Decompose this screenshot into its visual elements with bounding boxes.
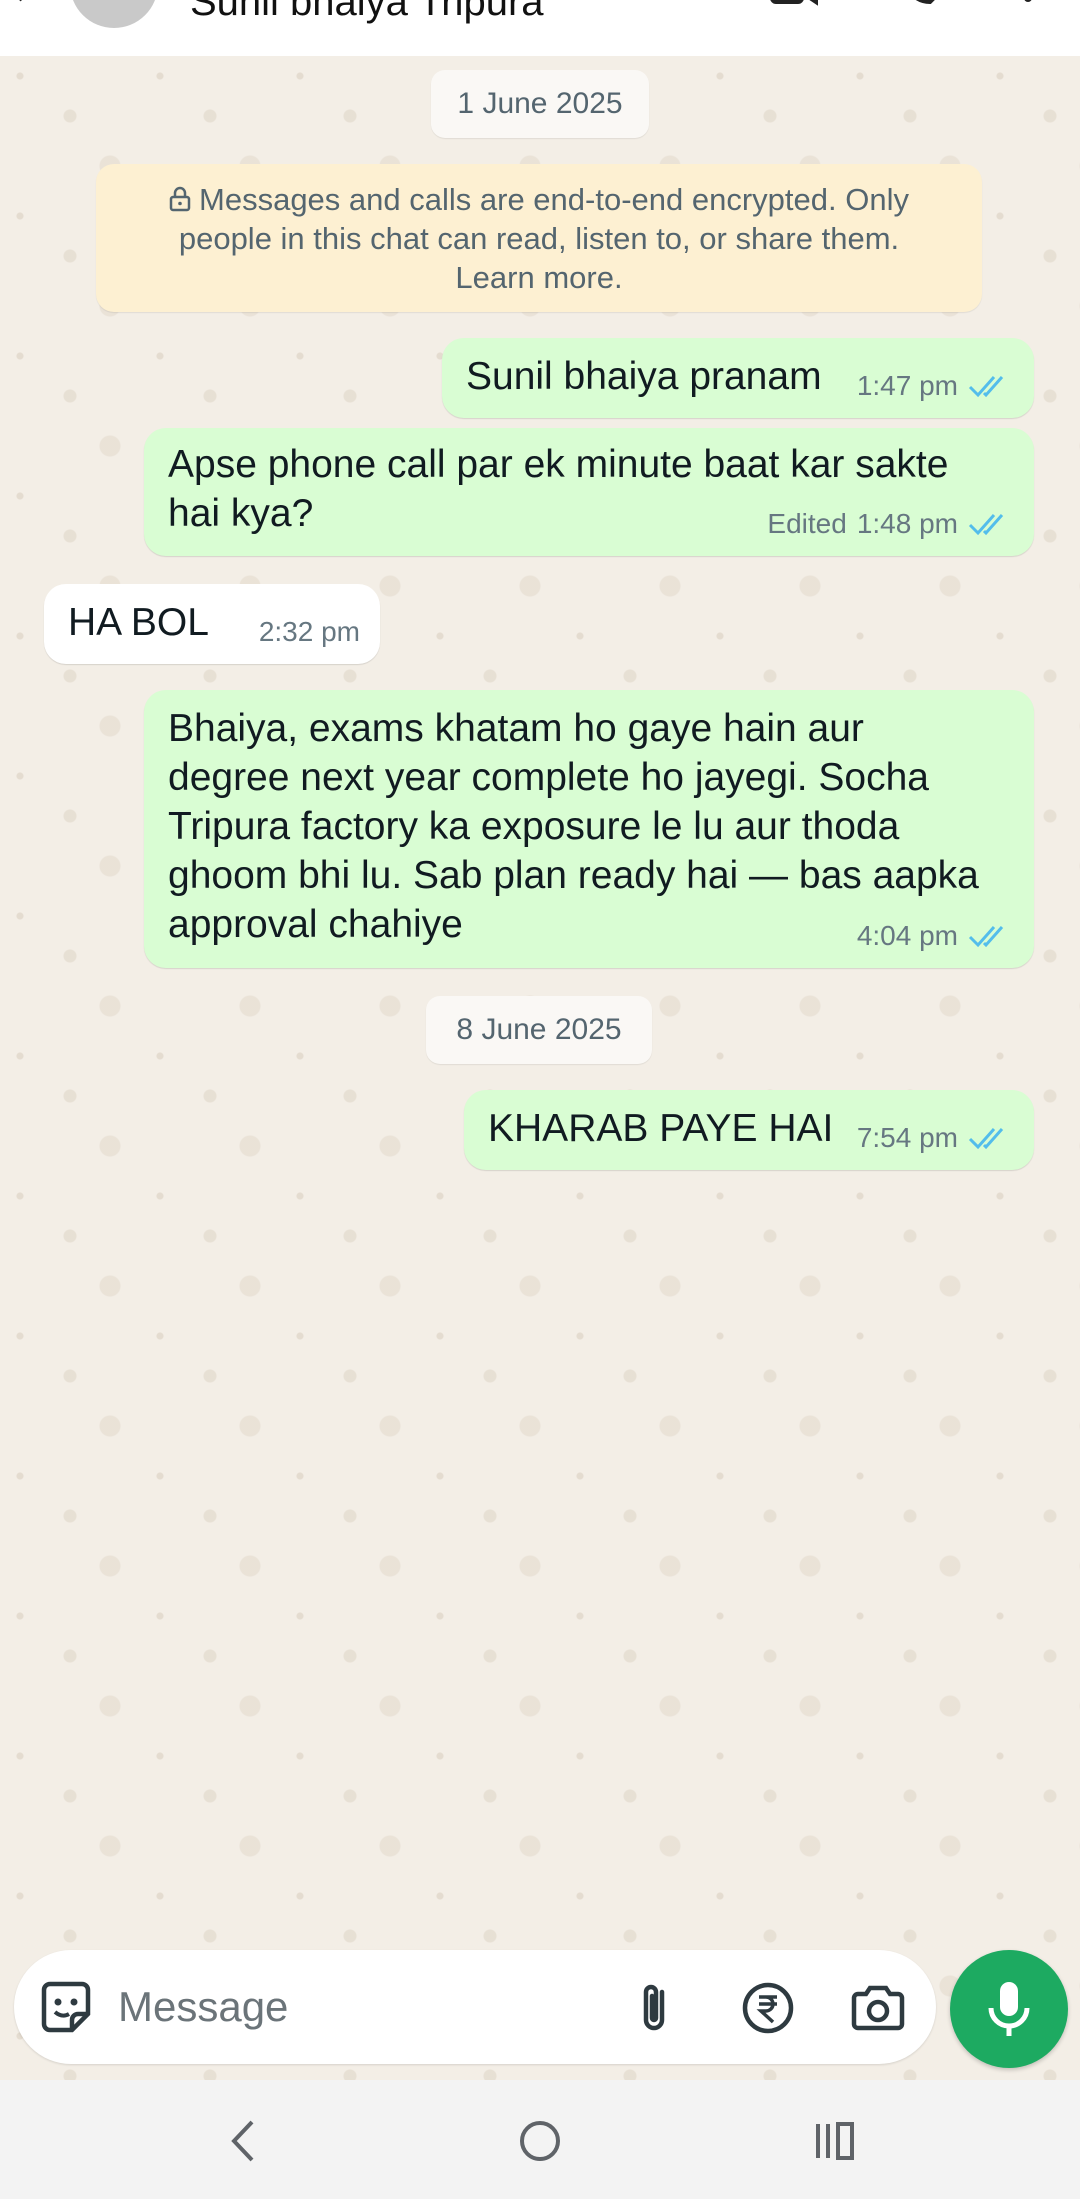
- message-time: 4:04 pm: [856, 920, 958, 951]
- microphone-icon: [988, 1982, 1030, 2036]
- rupee-payment-icon[interactable]: [740, 1980, 796, 2036]
- message-text: Sunil bhaiya pranam: [466, 355, 822, 398]
- camera-icon[interactable]: [850, 1980, 906, 2036]
- message-bubble[interactable]: KHARAB PAYE HAI 7:54 pm: [464, 1090, 1034, 1170]
- message-text: ghoom bhi lu. Sab plan ready hai — bas a…: [168, 854, 979, 897]
- double-tick-icon: [968, 513, 1004, 535]
- voice-call-icon[interactable]: [900, 0, 940, 6]
- message-bubble[interactable]: Apse phone call par ek minute baat kar s…: [144, 428, 1034, 556]
- message-text: approval chahiye: [168, 903, 463, 946]
- contact-name[interactable]: Sunil bhaiya Tripura: [190, 0, 544, 25]
- nav-back-icon[interactable]: [220, 2116, 270, 2166]
- lock-icon: [169, 186, 191, 212]
- more-options-icon[interactable]: [1018, 0, 1038, 6]
- date-chip: 8 June 2025: [426, 996, 652, 1064]
- double-tick-icon: [968, 1127, 1004, 1149]
- edited-label: Edited: [767, 508, 847, 539]
- chat-header: Sunil bhaiya Tripura: [0, 0, 1080, 56]
- encryption-notice[interactable]: Messages and calls are end-to-end encryp…: [96, 164, 982, 312]
- message-text: Apse phone call par ek minute baat kar s…: [168, 443, 949, 486]
- message-input[interactable]: [118, 1972, 618, 2042]
- message-text: HA BOL: [68, 601, 209, 644]
- message-text: Bhaiya, exams khatam ho gaye hain aur: [168, 707, 864, 750]
- message-meta: Edited 1:48 pm: [767, 499, 1012, 548]
- message-meta: 1:47 pm: [857, 361, 1012, 410]
- message-time: 2:32 pm: [258, 616, 360, 647]
- double-tick-icon: [968, 375, 1004, 397]
- message-time: 1:48 pm: [856, 508, 958, 539]
- message-bubble[interactable]: HA BOL 2:32 pm: [44, 584, 380, 664]
- message-text: Tripura factory ka exposure le lu aur th…: [168, 805, 900, 848]
- emoji-sticker-icon[interactable]: [38, 1980, 94, 2036]
- video-call-icon[interactable]: [770, 0, 818, 6]
- message-meta: 7:54 pm: [857, 1113, 1012, 1162]
- message-bubble[interactable]: Bhaiya, exams khatam ho gaye hain aur de…: [144, 690, 1034, 968]
- system-navigation-bar: [0, 2080, 1080, 2199]
- message-composer: [14, 1950, 936, 2064]
- message-text: hai kya?: [168, 492, 314, 535]
- message-time: 1:47 pm: [856, 370, 958, 401]
- back-arrow-icon[interactable]: [4, 0, 44, 10]
- message-meta: 4:04 pm: [857, 911, 1012, 960]
- encryption-notice-text: Messages and calls are end-to-end encryp…: [178, 182, 909, 295]
- avatar[interactable]: [70, 0, 158, 28]
- double-tick-icon: [968, 925, 1004, 947]
- message-time: 7:54 pm: [856, 1122, 958, 1153]
- message-meta: 2:32 pm: [259, 607, 360, 656]
- nav-recents-icon[interactable]: [810, 2116, 860, 2166]
- date-chip: 1 June 2025: [431, 70, 649, 138]
- message-bubble[interactable]: Sunil bhaiya pranam 1:47 pm: [442, 338, 1034, 418]
- mic-button[interactable]: [950, 1950, 1068, 2068]
- message-text: degree next year complete ho jayegi. Soc…: [168, 756, 929, 799]
- nav-home-icon[interactable]: [515, 2116, 565, 2166]
- attach-icon[interactable]: [628, 1980, 684, 2036]
- message-text: KHARAB PAYE HAI: [488, 1107, 834, 1150]
